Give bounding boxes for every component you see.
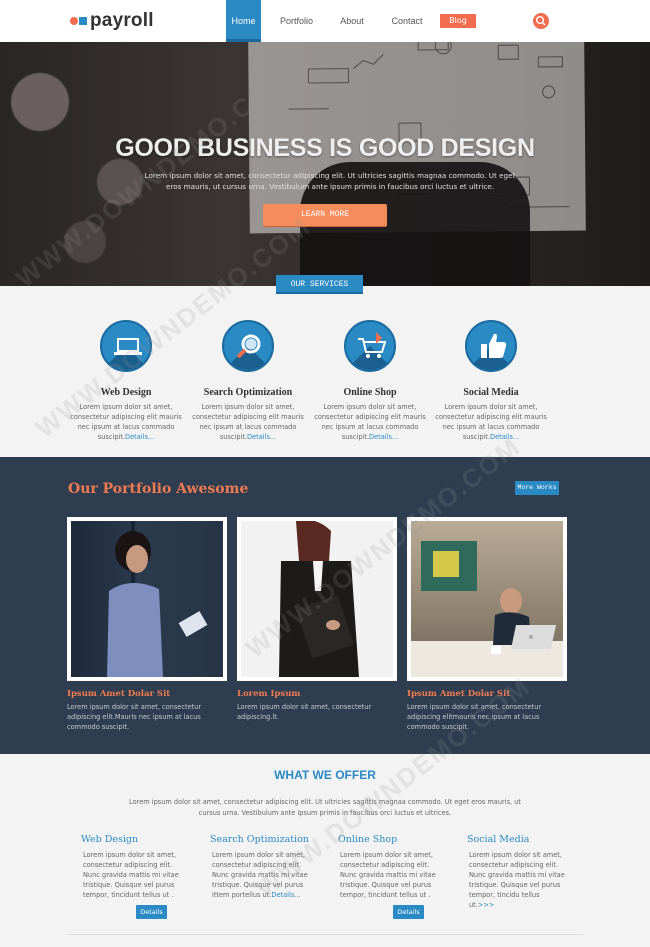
service-social-media: Social Media Lorem ipsum dolor sit amet,…	[431, 320, 551, 442]
offer-title: WHAT WE OFFER	[274, 768, 376, 782]
details-link[interactable]: Details...	[271, 891, 300, 899]
portfolio-item-text: Lorem ipsum dolor sit amet, consectetur …	[237, 703, 372, 721]
cart-icon	[344, 320, 396, 372]
service-title: Social Media	[463, 387, 519, 398]
service-web-design: Web Design Lorem ipsum dolor sit amet, c…	[66, 320, 186, 442]
details-button[interactable]: Details	[136, 905, 167, 919]
offer-column: Web Design Lorem ipsum dolor sit amet, c…	[81, 834, 181, 900]
offer-column: Social Media Lorem ipsum dolor sit amet,…	[467, 834, 567, 910]
offer-column: Online Shop Lorem ipsum dolor sit amet, …	[338, 834, 438, 900]
service-title: Online Shop	[343, 387, 397, 398]
nav-blog-button[interactable]: Blog	[440, 14, 476, 28]
portfolio-item-title[interactable]: Ipsum Amet Dolar Sit	[407, 689, 567, 699]
offer-column-title[interactable]: Social Media	[467, 834, 567, 845]
portfolio-card[interactable]: Ipsum Amet Dolar Sit Lorem ipsum dolor s…	[67, 517, 227, 732]
service-text: Lorem ipsum dolor sit amet, consectetur …	[192, 403, 304, 441]
details-link[interactable]: Details...	[490, 433, 519, 441]
portfolio-section: Our Portfolio Awesome More Works Ipsum A…	[0, 457, 650, 754]
services-section: OUR SERVICES Web Design Lorem ipsum dolo…	[0, 275, 650, 457]
offer-column-title[interactable]: Online Shop	[338, 834, 438, 845]
details-link[interactable]: Details...	[125, 433, 154, 441]
offer-column-text: Lorem ipsum dolor sit amet, consectetur …	[212, 851, 308, 899]
footer-divider	[67, 934, 583, 935]
details-button[interactable]: Details	[393, 905, 424, 919]
portfolio-item-text: Lorem ipsum dolor sit amet, consectetur …	[67, 703, 202, 731]
service-title: Web Design	[100, 387, 152, 398]
service-online-shop: Online Shop Lorem ipsum dolor sit amet, …	[310, 320, 430, 442]
thumbs-up-icon	[465, 320, 517, 372]
service-text: Lorem ipsum dolor sit amet, consectetur …	[435, 403, 547, 441]
portfolio-title: Our Portfolio Awesome	[68, 481, 249, 497]
nav-contact[interactable]: Contact	[386, 0, 428, 42]
nav-home[interactable]: Home	[226, 0, 261, 42]
hero-banner: GOOD BUSINESS IS GOOD DESIGN Lorem ipsum…	[0, 42, 650, 286]
hero-title: GOOD BUSINESS IS GOOD DESIGN	[115, 134, 535, 162]
service-text: Lorem ipsum dolor sit amet, consectetur …	[314, 403, 426, 441]
portfolio-item-title[interactable]: Ipsum Amet Dolar Sit	[67, 689, 227, 699]
offer-column-text: Lorem ipsum dolor sit amet, consectetur …	[469, 851, 565, 909]
details-link[interactable]: Details...	[247, 433, 276, 441]
service-text: Lorem ipsum dolor sit amet, consectetur …	[70, 403, 182, 441]
offer-column-title[interactable]: Search Optimization	[210, 834, 310, 845]
more-works-button[interactable]: More Works	[515, 481, 559, 495]
hero-text: Lorem ipsum dolor sit amet, consectetur …	[144, 171, 516, 191]
offer-column-text: Lorem ipsum dolor sit amet, consectetur …	[83, 851, 179, 899]
portfolio-image-woman-folder[interactable]	[237, 517, 397, 681]
logo-dot-icon	[70, 17, 78, 25]
portfolio-item-title[interactable]: Lorem Ipsum	[237, 689, 397, 699]
portfolio-card[interactable]: Ipsum Amet Dolar Sit Lorem ipsum dolor s…	[407, 517, 567, 732]
nav-portfolio[interactable]: Portfolio	[274, 0, 319, 42]
offer-column: Search Optimization Lorem ipsum dolor si…	[210, 834, 310, 900]
logo-square-icon	[79, 17, 87, 25]
magnifier-icon	[222, 320, 274, 372]
portfolio-card[interactable]: Lorem Ipsum Lorem ipsum dolor sit amet, …	[237, 517, 397, 722]
details-link[interactable]: Details...	[369, 433, 398, 441]
site-header: payroll Home Portfolio About Contact Blo…	[0, 0, 650, 42]
offer-intro-text: Lorem ipsum dolor sit amet, consectetur …	[129, 798, 521, 817]
portfolio-image-woman-laptop[interactable]	[407, 517, 567, 681]
learn-more-button[interactable]: LEARN MORE	[263, 204, 387, 226]
logo-text: payroll	[90, 10, 154, 31]
search-button[interactable]	[533, 13, 549, 29]
offer-section: WHAT WE OFFER Lorem ipsum dolor sit amet…	[0, 754, 650, 947]
offer-column-title[interactable]: Web Design	[81, 834, 181, 845]
nav-about[interactable]: About	[332, 0, 372, 42]
service-search-optimization: Search Optimization Lorem ipsum dolor si…	[188, 320, 308, 442]
more-arrows-link[interactable]: >>>	[478, 901, 495, 909]
logo[interactable]: payroll	[70, 10, 154, 32]
portfolio-item-text: Lorem ipsum dolor sit amet, consectetur …	[407, 703, 542, 731]
service-title: Search Optimization	[203, 387, 293, 398]
services-badge: OUR SERVICES	[276, 275, 363, 294]
laptop-icon	[100, 320, 152, 372]
offer-column-text: Lorem ipsum dolor sit amet, consectetur …	[340, 851, 436, 899]
search-icon	[536, 16, 546, 26]
portfolio-image-woman-tablet[interactable]	[67, 517, 227, 681]
